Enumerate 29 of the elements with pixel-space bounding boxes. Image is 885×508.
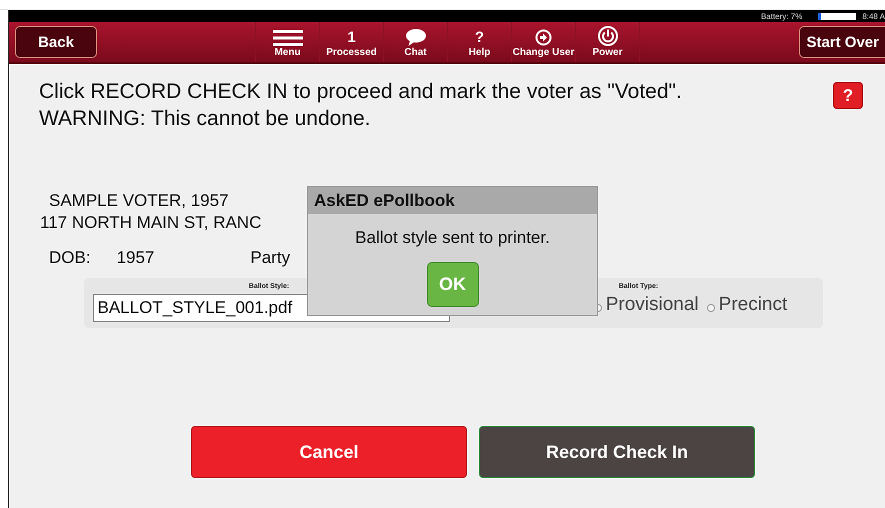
clock-time: 8:48 A	[862, 12, 885, 20]
speech-bubble-icon	[406, 29, 426, 46]
dialog-title: AskED ePollbook	[308, 187, 597, 214]
battery-label: Battery: 7%	[760, 12, 802, 20]
arrow-circle-icon	[535, 29, 552, 46]
record-check-in-button[interactable]: Record Check In	[479, 426, 755, 478]
toolbar-glyph-button[interactable]: ? Help	[448, 22, 512, 62]
help-button[interactable]: ?	[833, 82, 863, 109]
start-over-button[interactable]: Start Over	[799, 26, 885, 58]
dob-label: DOB:	[49, 248, 91, 268]
battery-icon	[818, 12, 856, 20]
cancel-button[interactable]: Cancel	[191, 426, 467, 478]
power-icon	[598, 26, 618, 46]
toolbar-chat-button[interactable]: Chat	[384, 22, 448, 62]
instruction-text: Click RECORD CHECK IN to proceed and mark the voter as "Voted". WARNING: This cannot be undone.	[39, 79, 682, 132]
voter-address: 117 NORTH MAIN ST, RANC	[40, 213, 262, 233]
toolbar-processed-button[interactable]: 1 Processed	[320, 22, 384, 62]
voter-name: SAMPLE VOTER, 1957	[49, 191, 229, 211]
party-label: Party	[250, 248, 290, 268]
back-button[interactable]: Back	[15, 26, 97, 58]
toolbar-menu-button[interactable]: Menu	[256, 22, 320, 62]
radio-button[interactable]	[706, 304, 715, 312]
radio-label: Precinct	[718, 294, 788, 316]
toolbar-user-button[interactable]: Change User	[512, 22, 576, 62]
dob-value: 1957	[116, 248, 154, 268]
menu-icon	[272, 30, 302, 46]
dialog-message: Ballot style sent to printer.	[355, 228, 550, 248]
radio-label: Provisional	[606, 294, 699, 316]
toolbar-power-button[interactable]: Power	[576, 22, 640, 62]
